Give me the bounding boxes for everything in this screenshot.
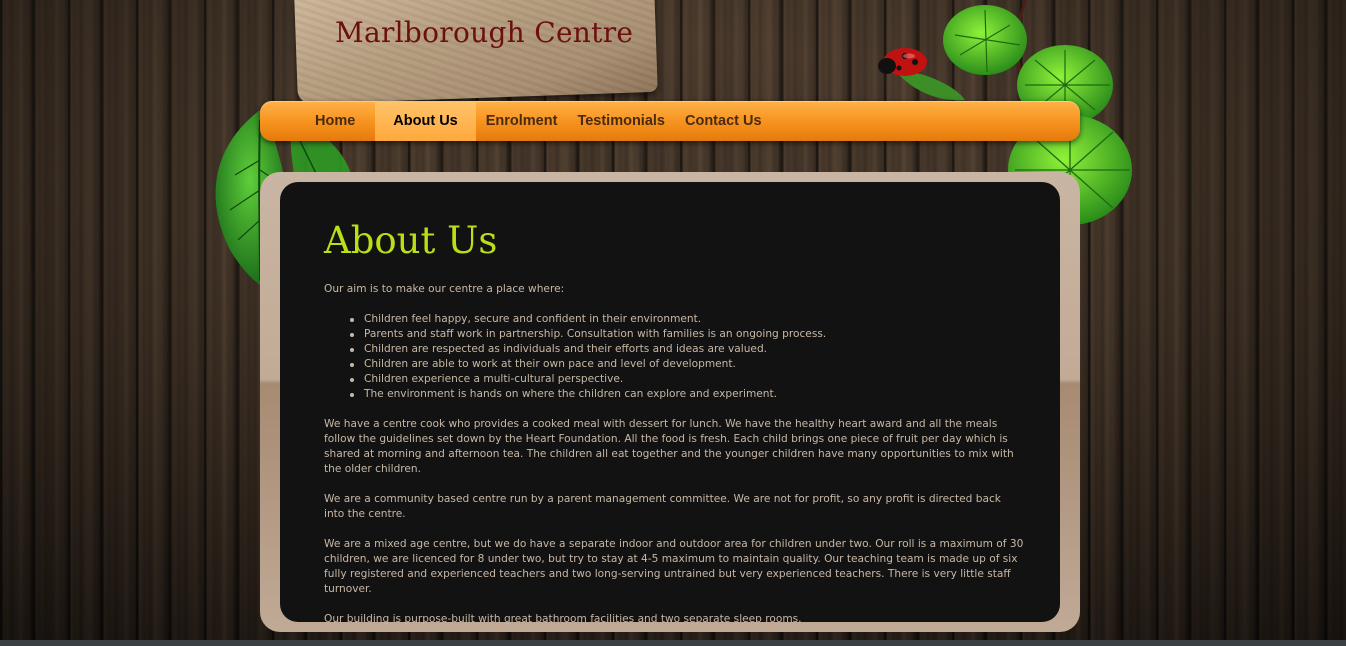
ladybug-icon	[878, 48, 927, 76]
site-title[interactable]: Marlborough Centre	[335, 16, 633, 49]
paragraph-mixed-age: We are a mixed age centre, but we do hav…	[324, 538, 1024, 595]
list-item: The environment is hands on where the ch…	[350, 387, 1024, 402]
paragraph-meals: We have a centre cook who provides a coo…	[324, 418, 1014, 475]
nav-link-contact-us[interactable]: Contact Us	[675, 103, 772, 139]
nav-link-enrolment[interactable]: Enrolment	[476, 103, 568, 139]
nav-link-home[interactable]: Home	[295, 103, 375, 139]
nav-item-enrolment[interactable]: Enrolment	[476, 101, 568, 141]
intro-text: Our aim is to make our centre a place wh…	[324, 283, 565, 295]
list-item: Children are respected as individuals an…	[350, 342, 1024, 357]
list-item: Children feel happy, secure and confiden…	[350, 312, 1024, 327]
aims-list: Children feel happy, secure and confiden…	[324, 312, 1024, 402]
list-item: Children experience a multi-cultural per…	[350, 372, 1024, 387]
main-navigation: Home About Us Enrolment Testimonials Con…	[260, 101, 1080, 141]
browser-bottom-edge	[0, 640, 1346, 646]
nav-item-about-us[interactable]: About Us	[375, 101, 476, 141]
page-title: About Us	[324, 219, 498, 262]
paragraph-community: We are a community based centre run by a…	[324, 493, 1001, 520]
nav-item-testimonials[interactable]: Testimonials	[567, 101, 675, 141]
main-content: About Us Our aim is to make our centre a…	[324, 218, 1024, 642]
paragraph-building: Our building is purpose-built with great…	[324, 613, 802, 625]
list-item: Parents and staff work in partnership. C…	[350, 327, 1024, 342]
nav-link-about-us[interactable]: About Us	[375, 103, 475, 139]
nav-item-home[interactable]: Home	[296, 101, 375, 141]
list-item: Children are able to work at their own p…	[350, 357, 1024, 372]
nav-link-testimonials[interactable]: Testimonials	[567, 103, 675, 139]
nav-item-contact-us[interactable]: Contact Us	[675, 101, 772, 141]
